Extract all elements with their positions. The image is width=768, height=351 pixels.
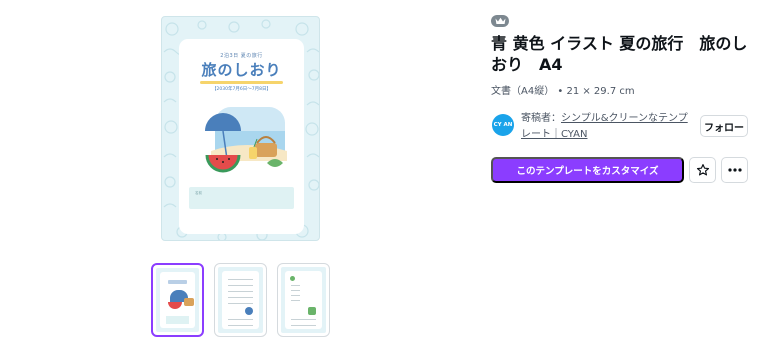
thumb-name-box — [166, 316, 189, 324]
page-thumbnail-2[interactable] — [214, 263, 267, 337]
thumb-decoration — [308, 307, 316, 315]
thumb-line — [228, 285, 253, 286]
thumbnail-inner-2 — [222, 271, 259, 329]
summer-illustration — [205, 107, 287, 173]
thumb-line — [291, 319, 316, 320]
more-dots-icon — [727, 168, 742, 172]
thumb-line — [291, 285, 300, 286]
thumb-title-bar — [168, 280, 187, 284]
thumbnail-inner-3 — [285, 271, 322, 329]
thumbnail-page-1 — [156, 268, 199, 332]
thumb-line — [291, 295, 300, 296]
thumb-decoration — [290, 276, 295, 281]
thumb-line — [291, 300, 300, 301]
thumb-line — [228, 291, 253, 292]
thumb-line — [228, 303, 253, 304]
thumb-watermelon — [168, 302, 182, 309]
thumb-line — [291, 325, 316, 326]
thumb-line — [228, 319, 253, 320]
page-thumbnail-1[interactable] — [151, 263, 204, 337]
thumb-line — [228, 279, 253, 280]
name-field-box: 名前 — [189, 187, 294, 209]
template-preview[interactable]: 2泊3日 夏の旅行 旅のしおり 【2030年7月6日〜7月8日】 名前 — [161, 16, 320, 241]
thumb-line — [228, 297, 253, 298]
thumb-basket — [184, 298, 194, 306]
creator-avatar[interactable]: CY AN — [492, 114, 514, 136]
page-thumbnail-3[interactable] — [277, 263, 330, 337]
template-meta: 文書（A4縦） • 21 × 29.7 cm — [491, 86, 635, 97]
crown-glyph — [495, 17, 505, 24]
thumb-line — [291, 290, 300, 291]
preview-kicker: 2泊3日 夏の旅行 — [220, 53, 263, 59]
preview-page: 2泊3日 夏の旅行 旅のしおり 【2030年7月6日〜7月8日】 名前 — [179, 39, 304, 234]
star-icon — [696, 164, 709, 176]
thumb-decoration — [245, 307, 253, 315]
follow-button[interactable]: フォロー — [700, 115, 748, 137]
creator-credit: 寄稿者：シンプル&クリーンなテンプレート｜CYAN — [521, 111, 693, 143]
crown-icon — [491, 15, 509, 27]
thumbnail-page-2 — [218, 267, 263, 333]
preview-date: 【2030年7月6日〜7月8日】 — [212, 87, 271, 92]
favorite-button[interactable] — [689, 157, 716, 183]
thumbnail-page-3 — [281, 267, 326, 333]
thumb-line — [228, 325, 253, 326]
thumbnail-inner-1 — [160, 272, 195, 328]
creator-prefix: 寄稿者： — [521, 113, 561, 124]
template-title: 青 黄色 イラスト 夏の旅行 旅のしおり A4 — [491, 34, 748, 74]
preview-title: 旅のしおり — [201, 61, 282, 79]
customize-template-button[interactable]: このテンプレートをカスタマイズ — [491, 157, 684, 183]
more-options-button[interactable] — [721, 157, 748, 183]
preview-title-underline — [200, 81, 283, 84]
name-field-label: 名前 — [195, 191, 202, 195]
